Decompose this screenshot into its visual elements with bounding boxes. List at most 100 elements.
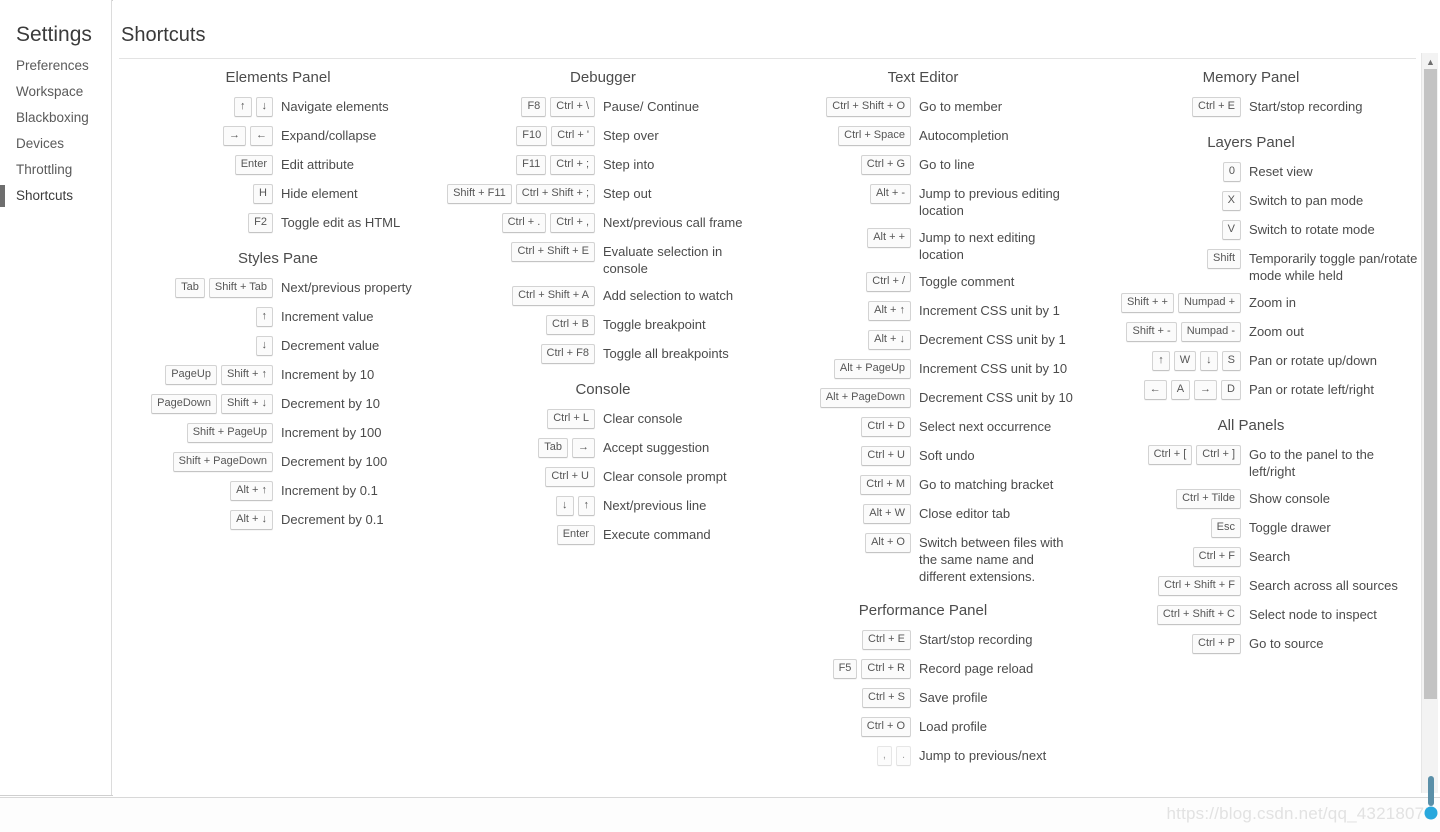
shortcut-keys: PageUp Shift + ↑ <box>113 364 273 385</box>
key-cap: ← <box>250 126 273 146</box>
shortcut-keys: F5 Ctrl + R <box>763 658 911 679</box>
shortcut-keys: PageDown Shift + ↓ <box>113 393 273 414</box>
shortcut-row: Ctrl + E Start/stop recording <box>1083 96 1419 117</box>
shortcut-description: Pan or rotate left/right <box>1249 382 1375 397</box>
shortcut-description: Switch to rotate mode <box>1249 222 1375 237</box>
shortcut-keys: ↑ <box>113 306 273 327</box>
key-cap: → <box>572 438 595 458</box>
shortcut-description: Increment value <box>281 309 374 324</box>
shortcut-row: Ctrl + Shift + F Search across all source… <box>1083 575 1419 596</box>
key-cap: Ctrl + Shift + E <box>511 242 595 262</box>
shortcut-description: Go to member <box>919 99 1003 114</box>
shortcut-description: Show console <box>1249 491 1330 506</box>
sidebar-item-throttling[interactable]: Throttling <box>0 157 112 183</box>
key-cap: Enter <box>556 525 595 545</box>
shortcut-row: Ctrl + U Soft undo <box>763 445 1083 466</box>
shortcut-keys: Alt + + <box>763 227 911 248</box>
group-title: All Panels <box>1217 417 1285 434</box>
shortcut-row: ↓ ↑ Next/previous line <box>443 495 763 516</box>
key-cap: Ctrl + Shift + A <box>512 286 595 306</box>
key-cap: F8 <box>521 97 547 117</box>
shortcut-description: Add selection to watch <box>603 288 734 303</box>
key-cap: Ctrl + Shift + C <box>1156 605 1241 625</box>
scrollbar-thumb[interactable] <box>1424 69 1437 699</box>
shortcut-description: Decrement by 10 <box>281 396 380 411</box>
shortcut-row: F2 Toggle edit as HTML <box>113 212 443 233</box>
shortcut-keys: Ctrl + Tilde <box>1083 488 1241 509</box>
key-cap: Ctrl + P <box>1192 634 1241 654</box>
key-cap: Ctrl + R <box>861 659 911 679</box>
shortcut-description: Zoom out <box>1249 324 1304 339</box>
shortcut-row: Ctrl + Shift + C Select node to inspect <box>1083 604 1419 625</box>
shortcut-column-2: Text Editor Ctrl + Shift + O Go to member C… <box>763 60 1083 774</box>
shortcut-keys: Ctrl + O <box>763 716 911 737</box>
shortcut-keys: Shift + - Numpad - <box>1083 321 1241 342</box>
shortcut-keys: ↓ ↑ <box>443 495 595 516</box>
shortcut-row: Tab → Accept suggestion <box>443 437 763 458</box>
key-cap: Alt + PageUp <box>833 359 911 379</box>
scroll-up-arrow-icon[interactable]: ▲ <box>1422 53 1439 70</box>
shortcut-keys: Ctrl + Space <box>763 125 911 146</box>
sidebar-item-preferences[interactable]: Preferences <box>0 53 112 79</box>
shortcut-description: Record page reload <box>919 661 1034 676</box>
shortcut-row: PageUp Shift + ↑ Increment by 10 <box>113 364 443 385</box>
shortcut-description: Clear console <box>603 411 683 426</box>
shortcut-keys: Tab Shift + Tab <box>113 277 273 298</box>
vertical-scrollbar[interactable]: ▲ ▼ <box>1421 53 1438 793</box>
key-cap: Alt + W <box>863 504 911 524</box>
shortcut-row: Ctrl + Shift + O Go to member <box>763 96 1083 117</box>
shortcut-description: Pause/ Continue <box>603 99 700 114</box>
shortcut-row: F11 Ctrl + ; Step into <box>443 154 763 175</box>
shortcut-row: F8 Ctrl + \ Pause/ Continue <box>443 96 763 117</box>
group-title: Text Editor <box>887 69 959 86</box>
shortcut-description: Hide element <box>281 186 358 201</box>
shortcut-description: Toggle comment <box>919 274 1015 289</box>
shortcut-keys: Enter <box>443 524 595 545</box>
key-cap: F11 <box>516 155 547 175</box>
shortcut-row: Ctrl + S Save profile <box>763 687 1083 708</box>
sidebar-item-label: Throttling <box>16 162 73 177</box>
shortcut-description: Load profile <box>919 719 987 734</box>
page-title: Shortcuts <box>121 24 206 46</box>
key-cap: ↑ <box>255 307 273 327</box>
shortcut-description: Toggle breakpoint <box>603 317 706 332</box>
key-cap: PageDown <box>151 394 217 414</box>
shortcut-row: Ctrl + P Go to source <box>1083 633 1419 654</box>
shortcut-description: Next/previous call frame <box>603 215 743 230</box>
shortcut-keys: F2 <box>113 212 273 233</box>
key-cap: Shift + PageUp <box>186 423 273 443</box>
shortcut-keys: → ← <box>113 125 273 146</box>
sidebar-item-workspace[interactable]: Workspace <box>0 79 112 105</box>
shortcut-description: Next/previous property <box>281 280 412 295</box>
shortcut-keys: Ctrl + F8 <box>443 343 595 364</box>
shortcut-description: Toggle edit as HTML <box>281 215 401 230</box>
shortcut-keys: Alt + ↑ <box>113 480 273 501</box>
shortcut-description: Navigate elements <box>281 99 389 114</box>
shortcut-row: Ctrl + . Ctrl + , Next/previous call frame <box>443 212 763 233</box>
shortcut-row: Ctrl + G Go to line <box>763 154 1083 175</box>
sidebar-item-devices[interactable]: Devices <box>0 131 112 157</box>
shortcut-row: Ctrl + Shift + E Evaluate selection in co… <box>443 241 763 277</box>
sidebar-item-label: Preferences <box>16 58 89 73</box>
shortcut-description: Switch between files with the same name … <box>919 535 1064 584</box>
shortcut-row: ↓ Decrement value <box>113 335 443 356</box>
sidebar-item-label: Devices <box>16 136 65 151</box>
shortcut-keys: X <box>1083 190 1241 211</box>
shortcut-keys: ↓ <box>113 335 273 356</box>
sidebar-item-blackboxing[interactable]: Blackboxing <box>0 105 112 131</box>
sidebar-item-shortcuts[interactable]: Shortcuts <box>0 183 112 209</box>
key-cap: Alt + + <box>867 228 911 248</box>
shortcut-description: Jump to next editing location <box>919 230 1036 262</box>
scroll-down-arrow-icon[interactable]: ▼ <box>1422 776 1439 793</box>
shortcut-row: Ctrl + Shift + A Add selection to watch <box>443 285 763 306</box>
shortcut-keys: H <box>113 183 273 204</box>
shortcut-keys: Shift + + Numpad + <box>1083 292 1241 313</box>
shortcut-description: Go to matching bracket <box>919 477 1054 492</box>
shortcut-description: Go to the panel to the left/right <box>1249 447 1375 479</box>
shortcut-row: → ← Expand/collapse <box>113 125 443 146</box>
shortcut-description: Decrement CSS unit by 1 <box>919 332 1066 347</box>
key-cap: ↑ <box>577 496 595 516</box>
shortcut-row: F10 Ctrl + ' Step over <box>443 125 763 146</box>
sidebar-item-label: Blackboxing <box>16 110 89 125</box>
key-cap: Ctrl + G <box>860 155 911 175</box>
